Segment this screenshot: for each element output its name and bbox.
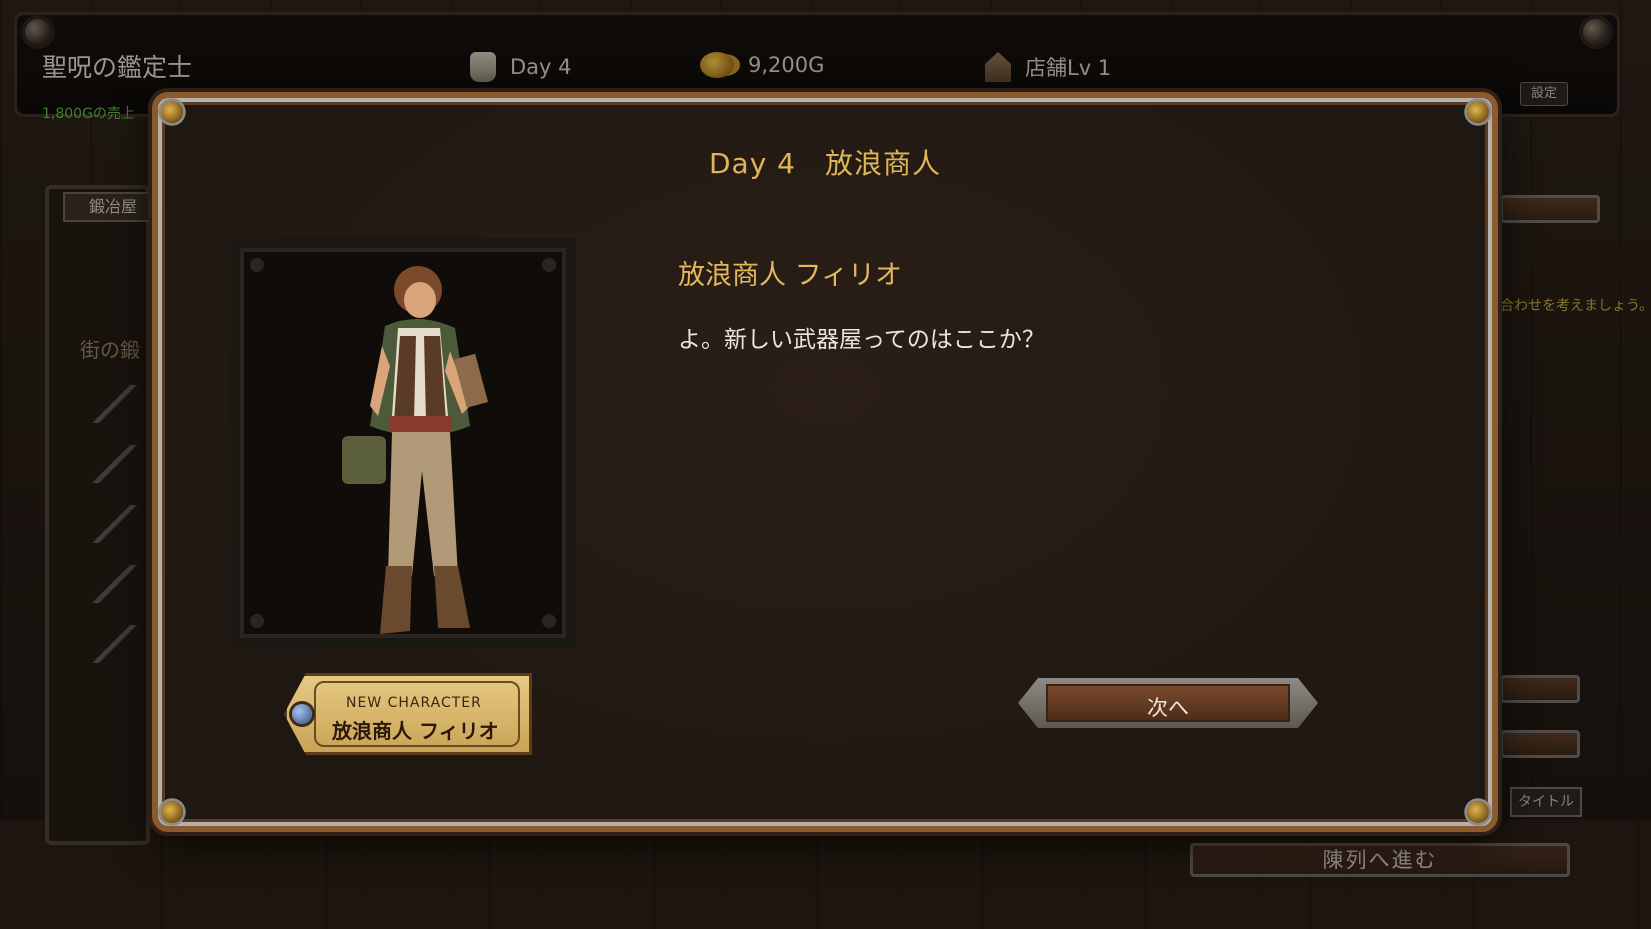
new-character-label: NEW CHARACTER xyxy=(346,695,482,711)
corner-stud-icon xyxy=(152,92,192,132)
next-button-label: 次へ xyxy=(1147,696,1189,720)
character-portrait xyxy=(230,238,576,648)
merchant-character-art xyxy=(342,266,489,634)
bolt-icon xyxy=(250,614,264,628)
speaker-name: 放浪商人 フィリオ xyxy=(678,260,903,291)
new-character-name: 放浪商人 フィリオ xyxy=(332,719,499,743)
corner-stud-icon xyxy=(1458,792,1498,832)
bolt-icon xyxy=(250,258,264,272)
corner-stud-icon xyxy=(1458,92,1498,132)
dialog-title: Day 4 放浪商人 xyxy=(708,147,941,180)
gem-icon xyxy=(292,704,312,724)
new-character-plate: NEW CHARACTER 放浪商人 フィリオ xyxy=(284,673,532,755)
dialogue-text: よ。新しい武器屋ってのはここか？ xyxy=(678,327,1045,353)
corner-stud-icon xyxy=(152,792,192,832)
bolt-icon xyxy=(542,614,556,628)
bolt-icon xyxy=(542,258,556,272)
event-dialog: Day 4 放浪商人 放浪商人 フィリオ よ。新しい武器屋ってのはここか？ NE… xyxy=(152,92,1498,832)
next-button[interactable]: 次へ xyxy=(1018,670,1318,736)
